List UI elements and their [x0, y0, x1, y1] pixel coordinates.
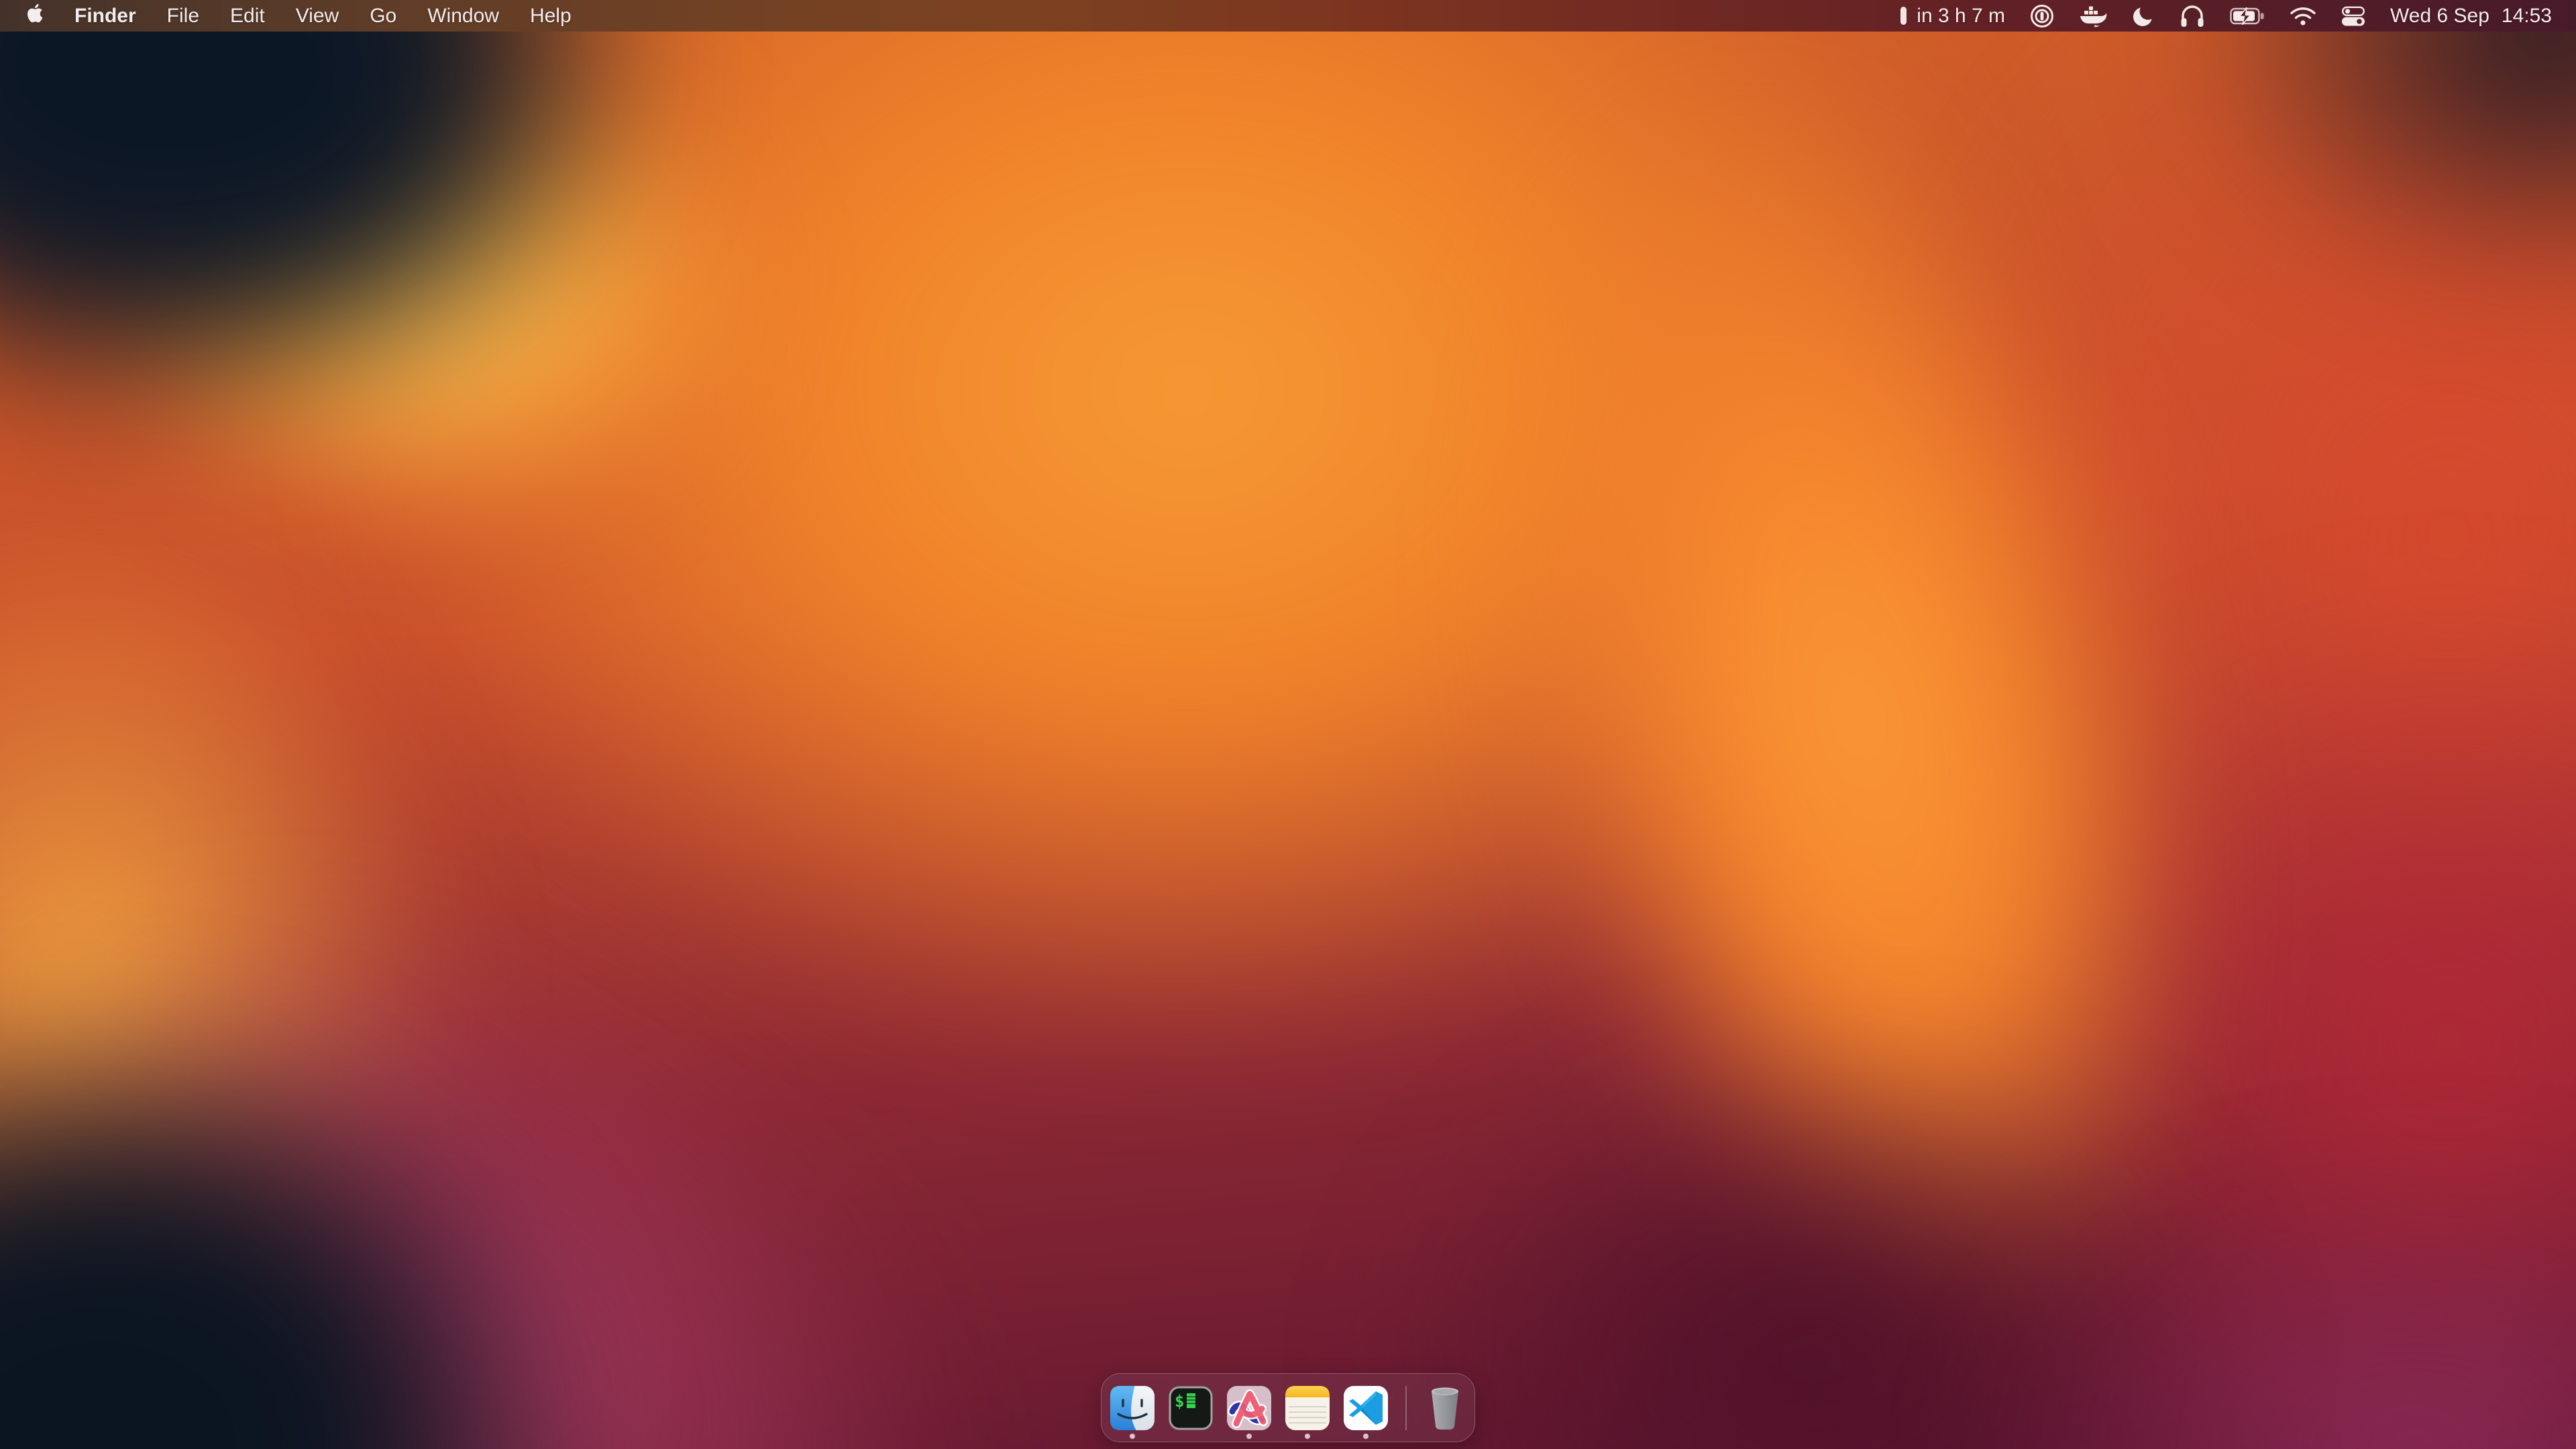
finder-icon [1110, 1386, 1155, 1430]
control-center-icon[interactable] [2341, 6, 2365, 26]
terminal-prompt: $ [1175, 1392, 1184, 1411]
dock-separator [1405, 1386, 1407, 1430]
running-indicator [1246, 1434, 1252, 1439]
menu-go[interactable]: Go [370, 5, 396, 28]
a-letter-app-icon [1227, 1386, 1271, 1430]
dock-item-terminal[interactable]: $ [1169, 1386, 1213, 1430]
notes-icon [1285, 1386, 1330, 1430]
docker-whale-icon[interactable] [2079, 5, 2107, 28]
running-indicator [1130, 1434, 1135, 1439]
battery-charging-icon[interactable] [2230, 7, 2265, 25]
menu-help[interactable]: Help [530, 5, 572, 28]
desktop-wallpaper [0, 0, 2576, 1449]
menu-edit[interactable]: Edit [230, 5, 265, 28]
wifi-icon[interactable] [2290, 6, 2316, 26]
clock-date: Wed 6 Sep [2390, 5, 2489, 28]
moon-focus-icon[interactable] [2132, 5, 2155, 28]
clock-time: 14:53 [2502, 5, 2552, 28]
running-indicator [1305, 1434, 1310, 1439]
menu-window[interactable]: Window [427, 5, 499, 28]
terminal-icon: $ [1169, 1386, 1213, 1430]
running-indicator [1363, 1434, 1368, 1439]
menu-view[interactable]: View [296, 5, 339, 28]
apple-icon [25, 2, 44, 24]
status-countdown-text: in 3 h 7 m [1917, 5, 2005, 28]
trash-icon [1424, 1385, 1466, 1432]
menu-bar-clock[interactable]: Wed 6 Sep 14:53 [2390, 5, 2552, 28]
dock-item-trash[interactable] [1424, 1385, 1466, 1432]
dock: $ [1101, 1373, 1475, 1442]
dock-item-notes[interactable] [1285, 1386, 1330, 1430]
dock-item-a-app[interactable] [1227, 1386, 1271, 1430]
menu-app-name[interactable]: Finder [74, 5, 136, 28]
dock-item-finder[interactable] [1110, 1386, 1155, 1430]
dock-item-vscode[interactable] [1344, 1386, 1388, 1430]
concentric-rings-icon[interactable] [2030, 4, 2054, 28]
apple-menu[interactable] [25, 2, 44, 30]
menu-bar: Finder File Edit View Go Window Help in … [0, 0, 2576, 32]
menu-file[interactable]: File [167, 5, 199, 28]
vscode-icon [1344, 1386, 1388, 1430]
headphones-icon[interactable] [2180, 4, 2205, 28]
timer-capsule-icon [1900, 6, 1907, 25]
status-countdown[interactable]: in 3 h 7 m [1900, 5, 2005, 28]
